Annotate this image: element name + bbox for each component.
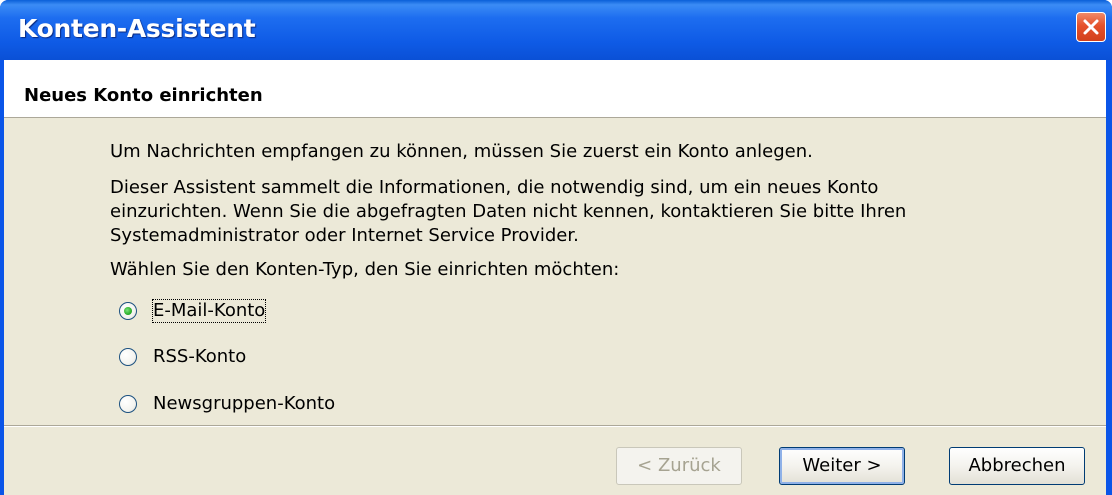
- next-button[interactable]: Weiter >: [779, 447, 905, 485]
- footer-divider: [4, 425, 1106, 427]
- page-title: Neues Konto einrichten: [24, 85, 263, 106]
- intro-text: Um Nachrichten empfangen zu können, müss…: [110, 141, 813, 162]
- cancel-button[interactable]: Abbrechen: [949, 447, 1085, 485]
- option-label-email[interactable]: E-Mail-Konto: [151, 299, 267, 323]
- option-label-rss[interactable]: RSS-Konto: [153, 346, 246, 368]
- radio-selected-dot: [124, 307, 132, 315]
- title-bar[interactable]: Konten-Assistent: [0, 0, 1112, 60]
- dialog-body: Neues Konto einrichten Um Nachrichten em…: [4, 60, 1106, 495]
- window-title: Konten-Assistent: [18, 14, 256, 43]
- radio-email-account[interactable]: [119, 302, 137, 320]
- radio-newsgroup-account[interactable]: [119, 395, 137, 413]
- option-label-newsgroup[interactable]: Newsgruppen-Konto: [153, 393, 335, 415]
- back-button[interactable]: < Zurück: [616, 447, 742, 485]
- close-icon: [1083, 19, 1099, 35]
- page-header: Neues Konto einrichten: [4, 60, 1106, 118]
- description-text: Dieser Assistent sammelt die Information…: [110, 177, 907, 246]
- account-type-prompt: Wählen Sie den Konten-Typ, den Sie einri…: [110, 259, 620, 280]
- radio-rss-account[interactable]: [119, 348, 137, 366]
- close-button[interactable]: [1076, 12, 1106, 42]
- wizard-content: Um Nachrichten empfangen zu können, müss…: [110, 140, 910, 292]
- wizard-window: Konten-Assistent Neues Konto einrichten …: [0, 0, 1112, 495]
